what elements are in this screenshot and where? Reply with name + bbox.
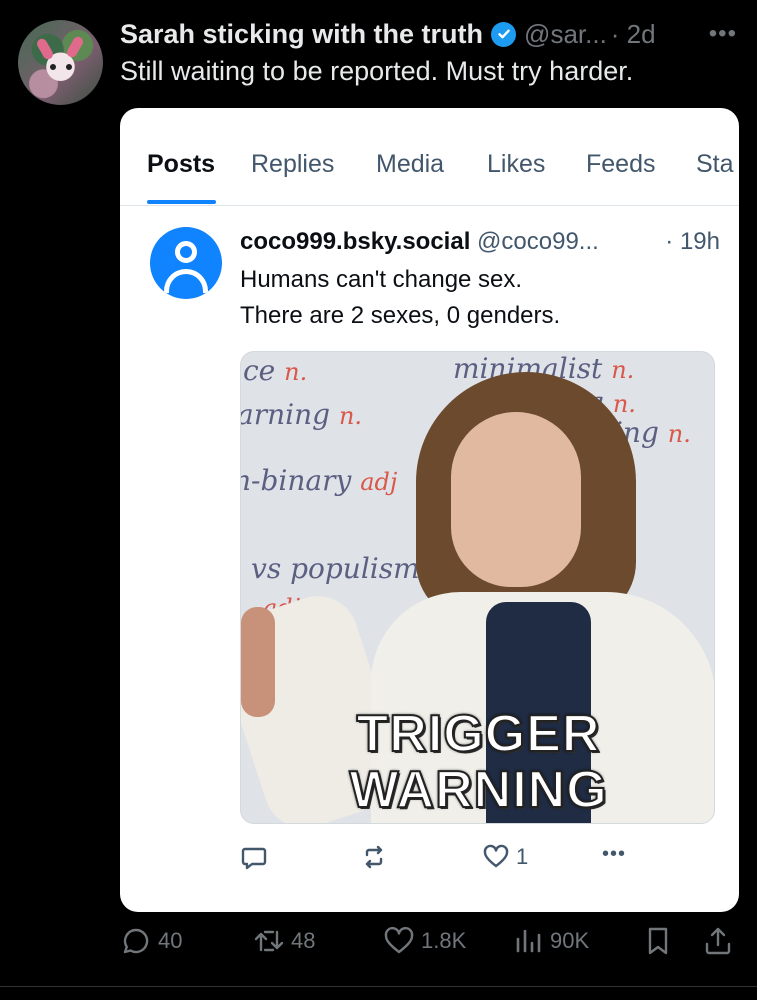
author-handle[interactable]: @sar... — [524, 19, 607, 50]
share-button[interactable] — [702, 925, 734, 957]
verified-badge-icon — [491, 21, 517, 47]
more-options-icon[interactable]: ••• — [709, 20, 737, 48]
heart-icon — [483, 844, 509, 868]
post-header: coco999.bsky.social @coco99... · 19h — [240, 228, 720, 256]
tab-starter-packs[interactable]: Sta — [696, 150, 734, 179]
default-avatar-icon[interactable] — [150, 227, 222, 299]
repost-button[interactable] — [360, 843, 388, 871]
post-actions: 1 ••• — [120, 843, 739, 883]
like-button[interactable]: 1.8K — [383, 925, 466, 957]
whiteboard-word: vs populism — [251, 552, 420, 585]
author-name[interactable]: Sarah sticking with the truth — [120, 19, 483, 50]
heart-icon — [384, 926, 414, 954]
avatar-eye — [50, 64, 56, 70]
profile-tabs: Posts Replies Media Likes Feeds Sta — [120, 108, 739, 206]
like-count: 1 — [516, 844, 529, 869]
share-icon — [705, 927, 731, 955]
avatar-gill — [65, 34, 85, 60]
post-author-name[interactable]: coco999.bsky.social — [240, 228, 470, 255]
more-options-icon[interactable]: ••• — [602, 843, 626, 866]
bookmark-icon — [648, 927, 668, 955]
tab-posts[interactable]: Posts — [147, 150, 215, 179]
tab-media[interactable]: Media — [376, 150, 444, 179]
reply-icon — [241, 847, 267, 870]
tweet-text: Still waiting to be reported. Must try h… — [120, 56, 634, 86]
tab-replies[interactable]: Replies — [251, 150, 334, 179]
reply-button[interactable] — [240, 843, 268, 871]
post-text-line: Humans can't change sex. — [240, 266, 523, 293]
active-tab-indicator — [147, 200, 216, 204]
post-text-line: There are 2 sexes, 0 genders. — [240, 302, 561, 329]
image-figure-face — [451, 412, 581, 587]
whiteboard-word: arning n. — [240, 398, 363, 431]
tweet-header: Sarah sticking with the truth @sar... · … — [120, 16, 737, 52]
reply-count: 40 — [158, 928, 183, 953]
image-figure-hand — [241, 607, 275, 717]
reply-button[interactable]: 40 — [120, 925, 182, 957]
bookmark-button[interactable] — [642, 925, 674, 957]
repost-icon — [254, 930, 284, 952]
like-button[interactable]: 1 — [482, 843, 528, 871]
reply-icon — [123, 928, 149, 954]
tab-likes[interactable]: Likes — [487, 150, 545, 179]
image-caption-line-2: WARNING — [348, 760, 608, 820]
repost-button[interactable]: 48 — [253, 925, 315, 957]
avatar-body — [164, 269, 208, 293]
repost-count: 48 — [291, 928, 316, 953]
post-author-handle[interactable]: @coco99... — [477, 228, 599, 255]
embedded-screenshot[interactable]: Posts Replies Media Likes Feeds Sta coco… — [120, 108, 739, 912]
avatar-head — [175, 241, 197, 263]
post-image[interactable]: ce n. minimalist n. arning n. ing n. kin… — [240, 351, 715, 824]
avatar-eye — [66, 64, 72, 70]
repost-icon — [365, 845, 383, 869]
views-icon — [516, 929, 541, 953]
like-count: 1.8K — [421, 928, 467, 953]
whiteboard-word: n-binary adj — [240, 464, 398, 497]
image-caption-line-1: TRIGGER — [356, 704, 601, 764]
tweet-actions: 40 48 1.8K 90K — [120, 925, 740, 965]
divider — [0, 986, 757, 987]
author-avatar[interactable] — [18, 20, 103, 105]
views-count: 90K — [550, 928, 590, 953]
tweet-time[interactable]: · 2d — [611, 19, 656, 50]
whiteboard-word: ce n. — [243, 354, 308, 387]
views-button[interactable]: 90K — [512, 925, 589, 957]
avatar-gill — [35, 36, 55, 62]
tab-feeds[interactable]: Feeds — [586, 150, 655, 179]
post-time[interactable]: · 19h — [665, 228, 720, 256]
